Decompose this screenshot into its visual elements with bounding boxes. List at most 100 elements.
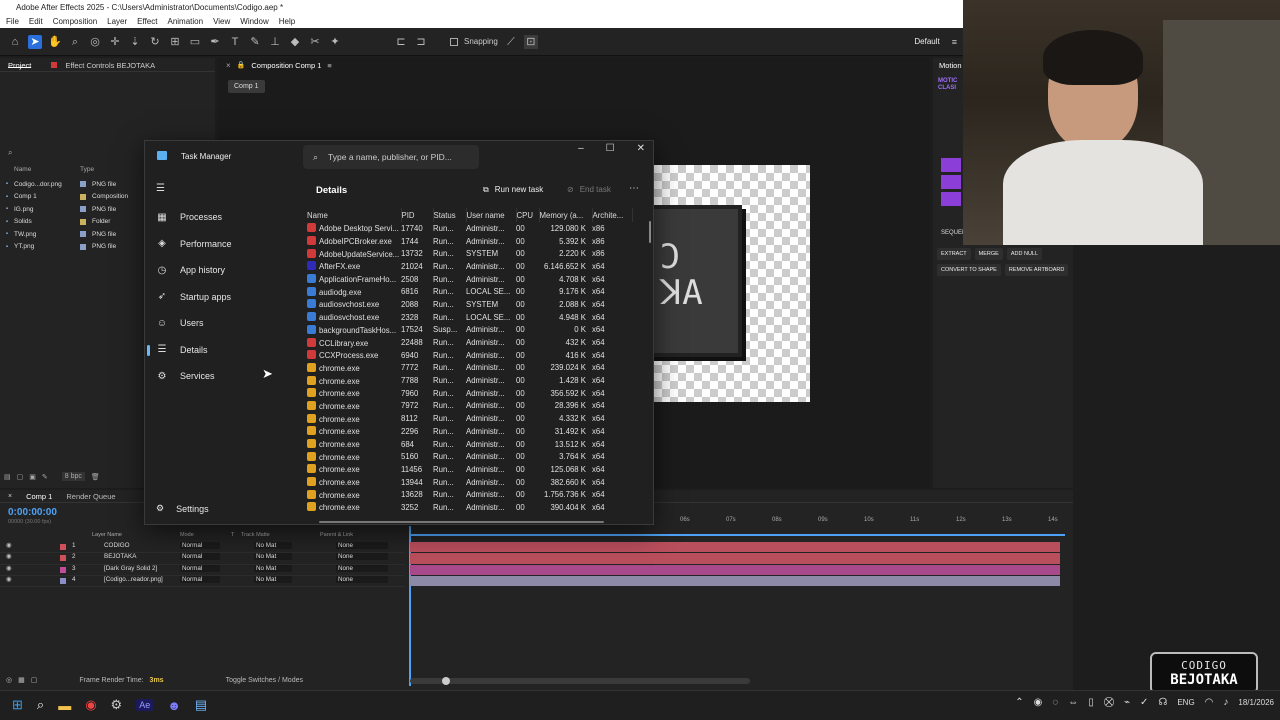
hand-tool-icon[interactable]: ✋ [48, 35, 62, 49]
process-row[interactable]: chrome.exe 7788 Run... Administr... 00 1.428 … [307, 374, 632, 387]
nav-startup-apps[interactable]: ➶ Startup apps [145, 284, 305, 311]
col-header[interactable]: PID [401, 208, 434, 222]
col-parent[interactable]: Parent & Link [320, 532, 353, 538]
project-item[interactable]: ▪ YT.png PNG file [0, 241, 143, 254]
process-row[interactable]: CCXProcess.exe 6940 Run... Administr... 00 41… [307, 349, 632, 362]
layer-duration-bar[interactable] [410, 542, 1060, 553]
menu-item-view[interactable]: View [213, 15, 230, 28]
puppet-tool-icon[interactable]: ✦ [328, 35, 342, 49]
anchor-tool-icon[interactable]: ⊞ [168, 35, 182, 49]
process-row[interactable]: AfterFX.exe 21024 Run... Administr... 00 6.14… [307, 260, 632, 273]
volume-icon[interactable]: ♪ [1223, 697, 1228, 708]
tray-chevron-icon[interactable]: ⌃ [1015, 697, 1023, 708]
end-task-button[interactable]: ⊘ End task [567, 185, 611, 194]
comp-canvas[interactable]: Ͻ ꓘA [650, 165, 810, 402]
process-row[interactable]: chrome.exe 11456 Run... Administr... 00 125.0… [307, 463, 632, 476]
process-row[interactable]: CCLibrary.exe 22488 Run... Administr... 00 43… [307, 336, 632, 349]
rotate-tool-icon[interactable]: ↻ [148, 35, 162, 49]
process-row[interactable]: chrome.exe 13628 Run... Administr... 00 1.756… [307, 488, 632, 501]
workspace-label[interactable]: Default [914, 37, 939, 46]
layer-row[interactable]: ◉ 2 BEJOTAKA Normal No Mat None [0, 553, 405, 565]
adjust-icon[interactable]: ✎ [42, 473, 48, 481]
menu-item-edit[interactable]: Edit [29, 15, 43, 28]
layer-row[interactable]: ◉ 3 [Dark Gray Solid 2] Normal No Mat None [0, 564, 405, 576]
project-item[interactable]: ▪ Solids Folder [0, 216, 143, 229]
more-options-icon[interactable]: ⋯ [629, 183, 639, 194]
lock-icon[interactable]: 🔒 [237, 61, 246, 69]
project-item[interactable]: ▪ Codigo...dor.png PNG file [0, 178, 143, 191]
track-matte-select[interactable]: No Mat [254, 575, 292, 583]
project-item[interactable]: ▪ Comp 1 Composition [0, 191, 143, 204]
task-manager-taskbar-icon[interactable]: ▤ [195, 697, 207, 713]
visibility-eye-icon[interactable]: ◉ [6, 576, 12, 583]
hamburger-icon[interactable]: ☰ [156, 183, 165, 194]
graph-icon[interactable]: ▦ [18, 676, 25, 684]
tray-chrome-icon[interactable]: ◉ [1034, 697, 1043, 708]
wifi-icon[interactable]: ◠ [1205, 697, 1214, 708]
motion-button-extract[interactable]: EXTRACT [937, 248, 971, 260]
process-row[interactable]: backgroundTaskHos... 17524 Susp... Administ… [307, 324, 632, 337]
menu-item-file[interactable]: File [6, 15, 19, 28]
nav-app-history[interactable]: ◷ App history [145, 257, 305, 284]
effect-controls-tab[interactable]: Effect Controls BEJOTAKA [51, 61, 155, 70]
layer-row[interactable]: ◉ 1 CODIGO Normal No Mat None [0, 542, 405, 554]
chrome-icon[interactable]: ◉ [85, 697, 96, 713]
col-mode[interactable]: Mode [180, 532, 194, 538]
snap-icon[interactable]: ⟋ [504, 35, 518, 49]
col-header[interactable]: CPU [516, 208, 540, 222]
menu-item-layer[interactable]: Layer [107, 15, 127, 28]
motion-button-remove-artboard[interactable]: REMOVE ARTBOARD [1004, 264, 1069, 276]
process-row[interactable]: audiosvchost.exe 2088 Run... SYSTEM 00 2.088 … [307, 298, 632, 311]
process-row[interactable]: chrome.exe 7972 Run... Administr... 00 28.396… [307, 400, 632, 413]
layer-mode-select[interactable]: Normal [180, 542, 220, 549]
layer-duration-bar[interactable] [410, 553, 1060, 564]
layer-name[interactable]: [Codigo...reador.png] [104, 576, 163, 583]
roto-brush-icon[interactable]: ✂ [308, 35, 322, 49]
menu-item-help[interactable]: Help [279, 15, 295, 28]
tray-icon-b[interactable]: ⇔ [1068, 697, 1078, 708]
dolly-tool-icon[interactable]: ⇣ [128, 35, 142, 49]
menu-item-animation[interactable]: Animation [167, 15, 203, 28]
menu-item-window[interactable]: Window [240, 15, 268, 28]
tray-icon-c[interactable]: ▯ [1088, 697, 1094, 708]
motion-button-merge[interactable]: MERGE [974, 248, 1003, 260]
col-t[interactable]: T [231, 532, 234, 538]
task-search-input[interactable]: ⌕ Type a name, publisher, or PID... [303, 145, 479, 169]
tray-icon-g[interactable]: ☊ [1158, 697, 1167, 708]
render-queue-tab[interactable]: Render Queue [66, 492, 115, 501]
visibility-eye-icon[interactable]: ◉ [6, 565, 12, 572]
snap-options-icon[interactable]: ⊏ [394, 35, 408, 49]
render-toggle-icon[interactable]: ◎ [6, 676, 12, 684]
brush-tool-icon[interactable]: ✎ [248, 35, 262, 49]
motion-button-convert-to-shape[interactable]: CONVERT TO SHAPE [937, 264, 1001, 276]
zoom-tool-icon[interactable]: ⌕ [68, 35, 82, 49]
project-tab[interactable]: Project [8, 61, 32, 70]
close-comp-icon[interactable]: × [226, 61, 231, 70]
process-row[interactable]: Adobe Desktop Servi... 17740 Run... Adminis… [307, 222, 632, 235]
parent-select[interactable]: None [336, 542, 388, 549]
clone-stamp-icon[interactable]: ⊥ [268, 35, 282, 49]
motion-button-add-null[interactable]: ADD NULL [1006, 248, 1043, 260]
nav-services[interactable]: ⚙ Services [145, 363, 305, 390]
process-row[interactable]: chrome.exe 7960 Run... Administr... 00 356.59… [307, 387, 632, 400]
home-icon[interactable]: ⌂ [8, 35, 22, 49]
settings-taskbar-icon[interactable]: ⚙ [111, 697, 123, 713]
layer-duration-bar[interactable] [410, 564, 1060, 575]
menu-item-effect[interactable]: Effect [137, 15, 157, 28]
discord-icon[interactable]: ☻ [167, 698, 181, 713]
run-new-task-button[interactable]: ⧉ Run new task [483, 185, 543, 195]
col-header[interactable]: Memory (a... [539, 208, 593, 222]
project-col-name[interactable]: Name [0, 166, 80, 176]
workspace-menu-icon[interactable]: ≡ [952, 37, 957, 47]
tray-icon-d[interactable]: ⛒ [1104, 697, 1114, 708]
close-icon[interactable]: ✕ [637, 143, 645, 154]
tray-icon-a[interactable]: ◌ [1052, 697, 1058, 708]
type-tool-icon[interactable]: T [228, 35, 242, 49]
clock-date[interactable]: 18/1/2026 [1238, 698, 1274, 707]
delete-icon[interactable]: 🗑 [91, 473, 100, 481]
file-explorer-icon[interactable]: ▬ [58, 698, 71, 713]
layer-label-color[interactable] [60, 566, 66, 573]
work-area-bar[interactable] [410, 534, 1065, 536]
details-table[interactable]: Name PID Status User name CPU Memory (a... Arc… [307, 208, 647, 513]
eraser-tool-icon[interactable]: ◆ [288, 35, 302, 49]
